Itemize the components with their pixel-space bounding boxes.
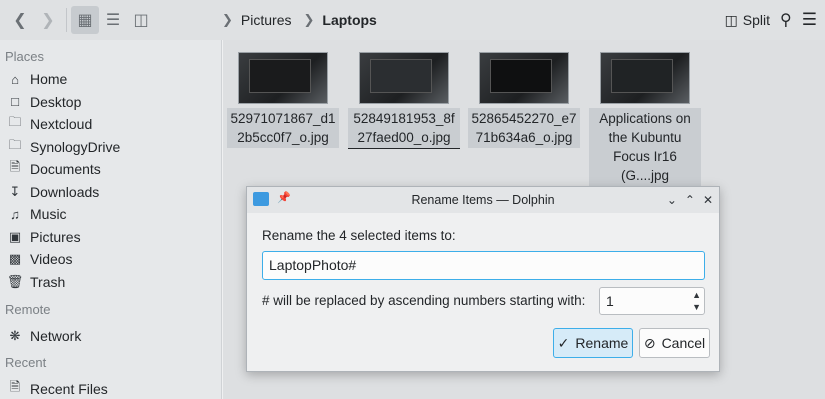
icons-view-icon[interactable]: ▦ (71, 6, 99, 34)
details-view-icon[interactable]: ◫ (127, 6, 155, 34)
sidebar-item-label: Documents (30, 161, 101, 178)
sidebar-item-label: Videos (30, 251, 73, 268)
sidebar-item-label: SynologyDrive (30, 138, 121, 155)
file-item[interactable]: 52865452270_e771b634a6_o.jpg (464, 52, 584, 148)
section-title-places: Places (5, 49, 45, 64)
file-item[interactable]: Applications on the Kubuntu Focus Ir16 (… (585, 52, 705, 186)
file-item[interactable]: 52971071867_d12b5cc0f7_o.jpg (223, 52, 343, 148)
sidebar-item-videos[interactable]: ▩ Videos (0, 248, 221, 271)
sidebar-item-trash[interactable]: 🗑 Trash (0, 271, 221, 294)
chevron-right-icon: ❯ (222, 12, 233, 27)
file-item[interactable]: 52849181953_8f27faed00_o.jpg (344, 52, 464, 149)
sidebar-item-label: Music (30, 206, 67, 223)
places-sidebar: Places ⌂ Home □ Desktop 🗀 Nextcloud 🗀 Synolo… (0, 40, 222, 399)
maximize-icon[interactable]: ⌃ (685, 193, 695, 207)
cancel-button[interactable]: ⊘ Cancel (639, 328, 710, 358)
documents-icon: 🗎 (9, 159, 21, 175)
new-name-input[interactable]: LaptopPhoto# (262, 251, 705, 280)
music-icon: ♫ (10, 206, 20, 222)
split-button[interactable]: ◫ Split (725, 12, 770, 29)
rename-prompt: Rename the 4 selected items to: (262, 228, 456, 243)
sidebar-item-synologydrive[interactable]: 🗀 SynologyDrive (0, 136, 221, 159)
file-thumbnail (479, 52, 569, 104)
sidebar-item-documents[interactable]: 🗎 Documents (0, 158, 221, 181)
toolbar: ❮ ❯ ▦ ☰ ◫ ❯ Pictures ❯ Laptops ◫ Split ⚲… (0, 0, 825, 40)
file-name: 52865452270_e771b634a6_o.jpg (468, 108, 580, 148)
split-label: Split (742, 12, 771, 28)
file-name: 52971071867_d12b5cc0f7_o.jpg (227, 108, 339, 148)
cancel-button-label: Cancel (661, 335, 706, 351)
start-number-spinbox[interactable]: 1 ▲ ▼ (599, 287, 705, 315)
pictures-icon: ▣ (8, 228, 22, 244)
trash-icon: 🗑 (6, 273, 24, 289)
file-name: Applications on the Kubuntu Focus Ir16 (… (589, 108, 701, 186)
checkmark-icon: ✓ (557, 334, 570, 351)
back-icon[interactable]: ❮ (6, 6, 34, 34)
folder-icon: 🗀 (8, 136, 22, 152)
rename-button[interactable]: ✓ Rename (553, 328, 633, 358)
sidebar-item-pictures[interactable]: ▣ Pictures (0, 226, 221, 249)
cancel-icon: ⊘ (643, 334, 656, 351)
sidebar-item-label: Nextcloud (30, 116, 93, 133)
network-icon: ❋ (9, 328, 21, 344)
videos-icon: ▩ (8, 251, 22, 267)
desktop-icon: □ (11, 94, 19, 110)
home-icon: ⌂ (11, 71, 19, 87)
recent-files-icon: 🗎 (9, 378, 21, 394)
sidebar-item-label: Network (30, 328, 82, 345)
close-icon[interactable]: ✕ (703, 193, 713, 207)
file-thumbnail (359, 52, 449, 104)
sidebar-item-downloads[interactable]: ↧ Downloads (0, 181, 221, 204)
file-thumbnail (238, 52, 328, 104)
file-thumbnail (600, 52, 690, 104)
section-title-remote: Remote (5, 302, 51, 317)
number-hint-label: # will be replaced by ascending numbers … (262, 293, 586, 308)
sidebar-item-desktop[interactable]: □ Desktop (0, 91, 221, 114)
sidebar-item-label: Recent Files (30, 380, 108, 397)
section-title-recent: Recent (5, 354, 47, 370)
sidebar-item-label: Trash (30, 273, 66, 290)
breadcrumb-laptops[interactable]: Laptops (322, 12, 376, 28)
downloads-icon: ↧ (9, 183, 21, 199)
dialog-title: Rename Items — Dolphin (411, 193, 555, 207)
sidebar-item-label: Home (30, 71, 68, 88)
rename-button-label: Rename (575, 335, 629, 351)
sidebar-item-home[interactable]: ⌂ Home (0, 68, 221, 91)
folder-icon: 🗀 (8, 114, 22, 130)
sidebar-item-label: Desktop (30, 93, 82, 110)
increment-icon[interactable]: ▲ (692, 289, 701, 301)
sidebar-item-label: Pictures (30, 228, 81, 245)
search-icon[interactable]: ⚲ (780, 10, 792, 30)
rename-dialog: 📌 Rename Items — Dolphin ⌄ ⌃ ✕ Rename th… (246, 186, 720, 372)
start-number-value: 1 (606, 293, 614, 309)
breadcrumb: ❯ Pictures ❯ Laptops (222, 0, 389, 40)
hamburger-menu-icon[interactable]: ☰ (802, 10, 817, 30)
sidebar-item-label: Downloads (30, 183, 100, 200)
chevron-right-icon: ❯ (303, 12, 315, 27)
breadcrumb-pictures[interactable]: Pictures (241, 12, 292, 28)
toolbar-separator (66, 8, 67, 32)
sidebar-item-network[interactable]: ❋ Network (0, 325, 221, 348)
sidebar-item-recent-files[interactable]: 🗎 Recent Files (0, 378, 221, 399)
decrement-icon[interactable]: ▼ (692, 301, 701, 313)
forward-icon[interactable]: ❯ (34, 6, 62, 34)
dialog-titlebar[interactable]: 📌 Rename Items — Dolphin ⌄ ⌃ ✕ (247, 187, 719, 213)
sidebar-item-nextcloud[interactable]: 🗀 Nextcloud (0, 113, 221, 136)
file-name: 52849181953_8f27faed00_o.jpg (348, 108, 460, 149)
compact-view-icon[interactable]: ☰ (99, 6, 127, 34)
minimize-icon[interactable]: ⌄ (667, 193, 677, 207)
sidebar-item-music[interactable]: ♫ Music (0, 203, 221, 226)
split-icon: ◫ (724, 11, 738, 28)
